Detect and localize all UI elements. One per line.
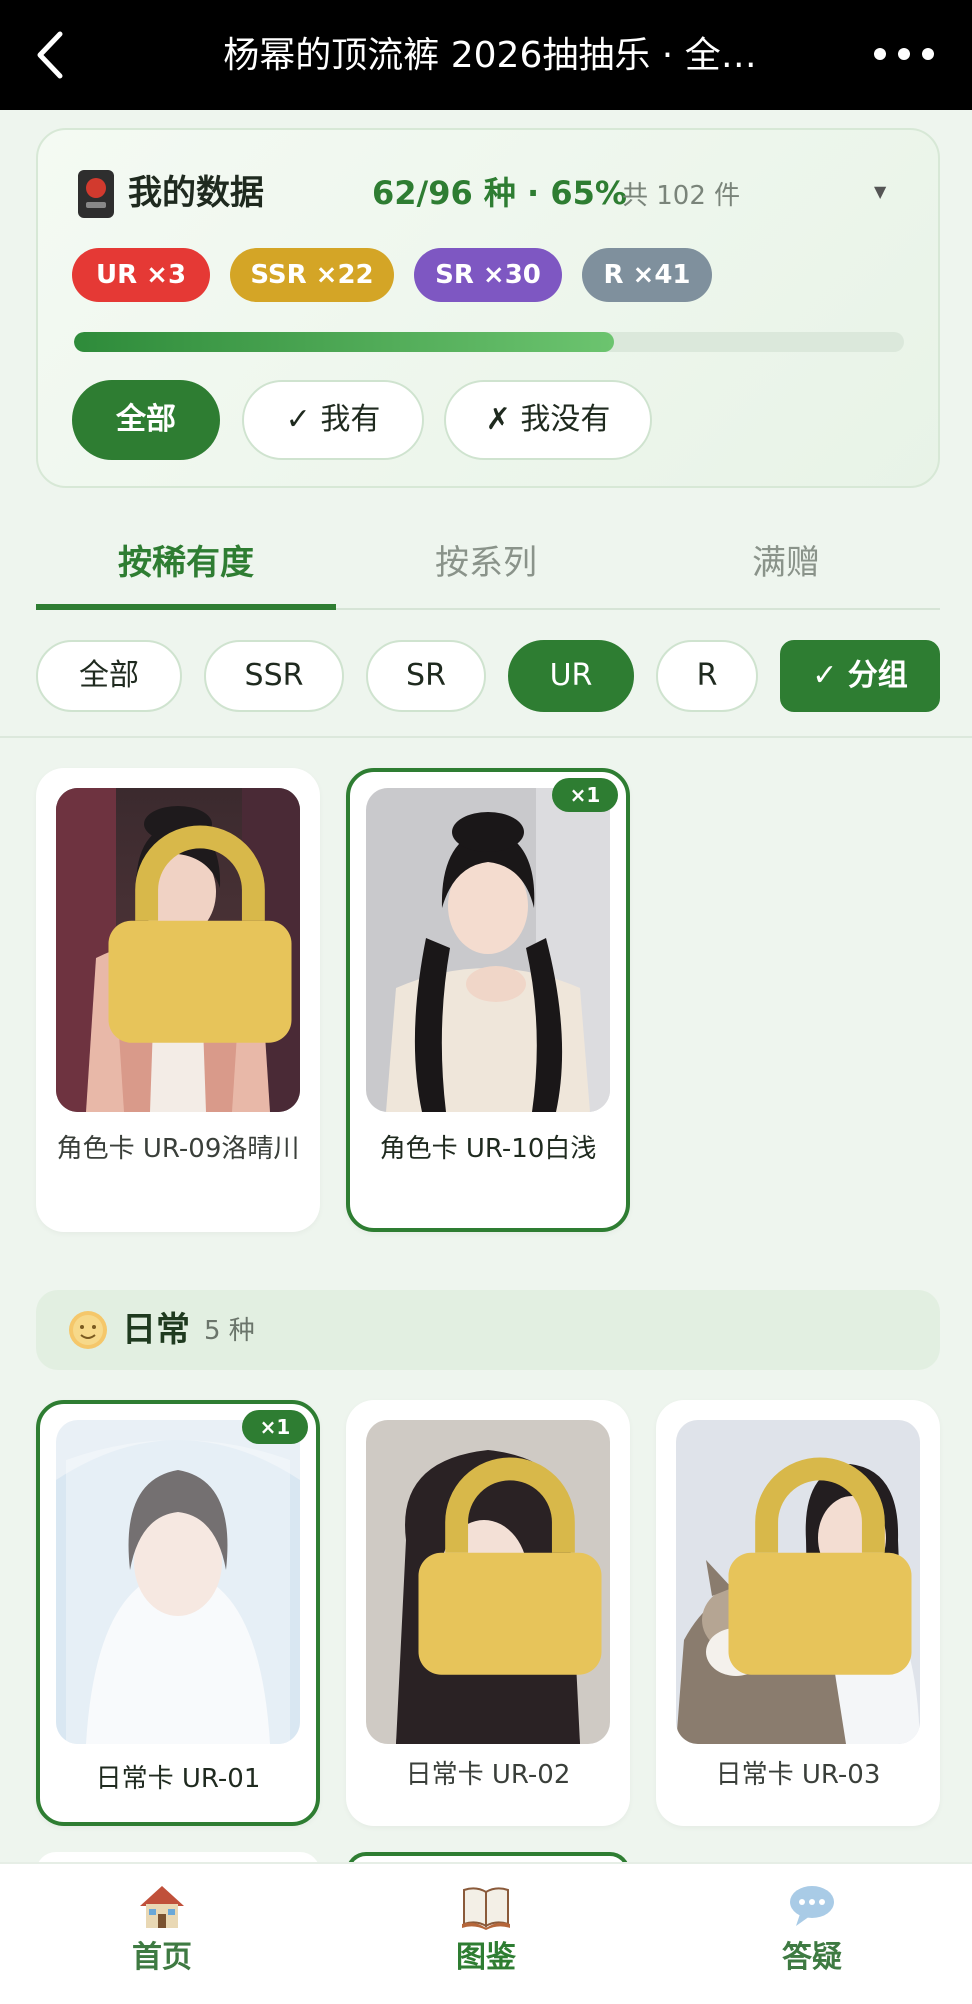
filter-all-button[interactable]: 全部	[72, 380, 220, 460]
lock-icon	[108, 825, 292, 1043]
badge-r: R ×41	[582, 248, 712, 302]
owned-count-badge: ×1	[552, 778, 618, 812]
chip-sr[interactable]: SR	[366, 640, 486, 712]
filter-missing-button[interactable]: ✗ 我没有	[444, 380, 652, 460]
card-daily-ur-03[interactable]: 日常卡 UR-03	[656, 1400, 940, 1826]
house-icon	[140, 1886, 184, 1928]
total-count: 共 102 件	[622, 181, 741, 211]
card-name: 角色卡 UR-09洛晴川	[56, 1134, 300, 1164]
lock-icon	[418, 1457, 602, 1675]
card-photo	[676, 1420, 920, 1744]
section-divider	[0, 736, 972, 738]
sun-face-icon	[69, 1311, 107, 1349]
more-dots-icon[interactable]	[874, 44, 934, 64]
chat-bubble-icon	[790, 1886, 834, 1926]
chevron-left-icon[interactable]	[26, 28, 80, 82]
tab-gift[interactable]: 满赠	[636, 530, 936, 596]
data-panel-icon	[78, 170, 114, 218]
card-name: 日常卡 UR-01	[95, 1764, 261, 1794]
section-title: 日常	[122, 1310, 190, 1350]
chip-ur[interactable]: UR	[508, 640, 634, 712]
nav-collection[interactable]: 图鉴	[386, 1874, 586, 1994]
nav-label: 答疑	[782, 1940, 842, 1975]
page-title: 杨幂的顶流裤 2026抽抽乐 · 全…	[223, 35, 757, 76]
badge-ssr: SSR ×22	[230, 248, 394, 302]
card-name: 角色卡 UR-10白浅	[379, 1134, 597, 1164]
lock-icon	[728, 1457, 912, 1675]
card-photo	[56, 1420, 300, 1744]
my-data-title: 我的数据	[128, 173, 264, 213]
card-photo	[56, 788, 300, 1112]
filter-owned-button[interactable]: ✓ 我有	[242, 380, 424, 460]
nav-label: 首页	[132, 1940, 192, 1975]
card-ur-09[interactable]: 角色卡 UR-09洛晴川	[36, 768, 320, 1232]
tab-by-rarity[interactable]: 按稀有度	[36, 530, 336, 596]
card-daily-ur-02[interactable]: 日常卡 UR-02	[346, 1400, 630, 1826]
title-bar: 杨幂的顶流裤 2026抽抽乐 · 全…	[0, 0, 972, 110]
card-photo	[366, 788, 610, 1112]
chip-all[interactable]: 全部	[36, 640, 182, 712]
bottom-navigation: 首页 图鉴 答疑	[0, 1862, 972, 2004]
caret-down-icon[interactable]: ▼	[874, 182, 886, 201]
card-ur-10[interactable]: ×1 角色卡 UR-10白浅	[346, 768, 630, 1232]
section-count: 5 种	[204, 1316, 255, 1346]
tab-by-series[interactable]: 按系列	[336, 530, 636, 596]
nav-faq[interactable]: 答疑	[712, 1874, 912, 1994]
tab-indicator	[36, 604, 336, 610]
chip-r[interactable]: R	[656, 640, 758, 712]
nav-label: 图鉴	[456, 1940, 516, 1975]
my-data-card: 我的数据 62/96 种 · 65% 共 102 件 ▼ UR ×3 SSR ×…	[36, 128, 940, 488]
badge-sr: SR ×30	[414, 248, 562, 302]
card-photo	[366, 1420, 610, 1744]
card-daily-ur-01[interactable]: ×1 日常卡 UR-01	[36, 1400, 320, 1826]
progress-fill	[74, 332, 614, 352]
collection-stats: 62/96 种 · 65%	[372, 174, 627, 212]
section-header-daily: 日常 5 种	[36, 1290, 940, 1370]
card-name: 日常卡 UR-03	[715, 1760, 881, 1790]
badge-ur: UR ×3	[72, 248, 210, 302]
collection-progress-bar	[74, 332, 904, 352]
owned-count-badge: ×1	[242, 1410, 308, 1444]
card-name: 日常卡 UR-02	[405, 1760, 571, 1790]
group-toggle-button[interactable]: ✓ 分组	[780, 640, 940, 712]
nav-home[interactable]: 首页	[62, 1874, 262, 1994]
chip-ssr[interactable]: SSR	[204, 640, 344, 712]
book-icon	[462, 1887, 510, 1930]
